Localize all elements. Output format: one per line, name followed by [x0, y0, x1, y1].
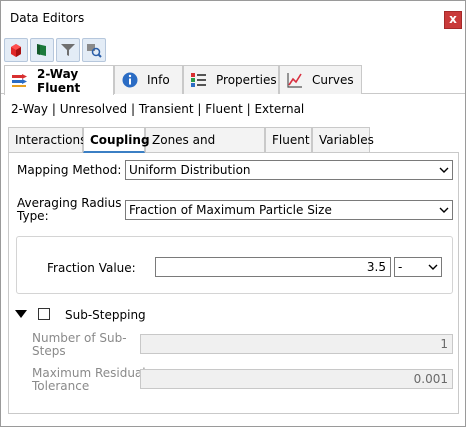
max-residual-tolerance-label-line1: Maximum Residual — [32, 366, 146, 380]
tab-properties-label: Properties — [216, 73, 277, 87]
title-bar: Data Editors x — [1, 1, 465, 35]
mapping-method-label: Mapping Method: — [17, 163, 122, 177]
properties-icon — [190, 71, 208, 89]
tab-variables[interactable]: Variables — [312, 127, 374, 153]
mapping-method-select[interactable]: Uniform Distribution — [125, 160, 453, 180]
tab-fluent[interactable]: Fluent — [265, 127, 312, 153]
tab-2-way-fluent[interactable]: 2-Way Fluent — [4, 65, 114, 95]
tab-zones-and-interfaces[interactable]: Zones and Interfaces — [145, 127, 265, 171]
tab-info-label: Info — [147, 73, 170, 87]
averaging-radius-label-line1: Averaging Radius — [17, 196, 122, 210]
green-flag-button[interactable] — [30, 38, 54, 62]
averaging-radius-type-select[interactable]: Fraction of Maximum Particle Size — [125, 200, 453, 220]
info-icon — [121, 71, 139, 89]
window-title: Data Editors — [10, 11, 85, 25]
tab-properties[interactable]: Properties — [183, 65, 279, 94]
fraction-unit-select[interactable]: - — [394, 257, 442, 277]
tab-curves[interactable]: Curves — [279, 65, 362, 94]
chevron-down-icon — [439, 167, 449, 173]
max-residual-tolerance-input[interactable]: 0.001 — [140, 369, 453, 389]
editor-summary: 2-Way | Unresolved | Transient | Fluent … — [11, 102, 305, 116]
fraction-value-label: Fraction Value: — [47, 261, 136, 275]
two-way-coupling-icon — [11, 72, 29, 90]
fraction-value-input[interactable]: 3.5 — [155, 257, 391, 277]
collapse-triangle-icon[interactable] — [15, 310, 27, 318]
mapping-method-value: Uniform Distribution — [129, 163, 251, 177]
averaging-radius-type-value: Fraction of Maximum Particle Size — [129, 203, 332, 217]
close-button[interactable]: x — [444, 11, 462, 29]
number-of-substeps-label-line1: Number of Sub- — [32, 331, 127, 345]
search-object-button[interactable] — [82, 38, 106, 62]
search-object-icon — [87, 44, 102, 58]
averaging-radius-label-line2: Type: — [17, 209, 49, 223]
red-cube-button[interactable] — [4, 38, 28, 62]
chevron-down-icon — [439, 207, 449, 213]
sub-stepping-checkbox[interactable] — [38, 308, 50, 320]
filter-button[interactable] — [56, 38, 80, 62]
curves-icon — [286, 71, 304, 89]
red-cube-icon — [11, 44, 21, 57]
filter-icon — [61, 44, 75, 56]
max-residual-tolerance-label-line2: Tolerance — [32, 379, 90, 393]
chevron-down-icon — [428, 264, 438, 270]
tab-interactions[interactable]: Interactions — [8, 127, 86, 153]
tab-2-way-fluent-label: 2-Way Fluent — [37, 66, 81, 95]
green-flag-icon — [37, 44, 46, 56]
sub-stepping-label: Sub-Stepping — [65, 308, 146, 322]
toolbar — [4, 38, 106, 62]
tab-coupling[interactable]: Coupling — [83, 127, 150, 153]
number-of-substeps-input[interactable]: 1 — [140, 334, 453, 354]
tab-info[interactable]: Info — [114, 65, 183, 94]
fraction-unit-value: - — [398, 260, 403, 274]
data-editors-window: Data Editors x 2-Way Fluent Info Propert… — [0, 0, 466, 427]
number-of-substeps-label-line2: Steps — [32, 344, 66, 358]
tab-curves-label: Curves — [312, 73, 354, 87]
